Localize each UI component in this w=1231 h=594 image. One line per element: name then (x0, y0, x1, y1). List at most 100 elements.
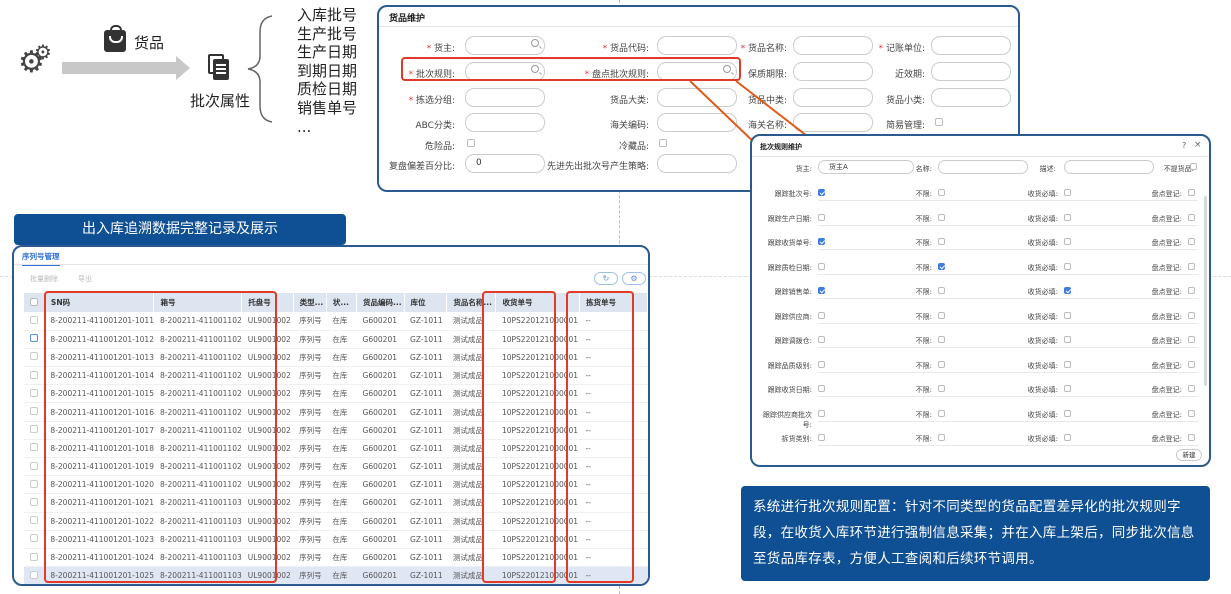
shelf-life-input[interactable] (793, 62, 873, 81)
scrollbar[interactable] (1204, 196, 1207, 386)
rule-unlimited-checkbox[interactable] (938, 409, 945, 417)
rule-required-checkbox[interactable] (1064, 385, 1071, 392)
category-small-input[interactable] (931, 88, 1011, 107)
row-checkbox[interactable] (30, 334, 38, 343)
goods-name-input[interactable] (793, 36, 873, 55)
disabled-goods-checkbox[interactable] (1190, 163, 1197, 170)
cold-checkbox[interactable] (659, 139, 667, 147)
rule-track-checkbox[interactable] (818, 311, 825, 319)
rule-track-checkbox[interactable] (818, 409, 825, 417)
row-checkbox[interactable] (30, 516, 38, 525)
rule-unlimited-checkbox[interactable] (938, 189, 945, 196)
row-checkbox[interactable] (30, 479, 38, 488)
owner-select[interactable]: 货主A (818, 160, 914, 174)
close-icon[interactable]: × (1194, 140, 1202, 150)
rule-required-checkbox[interactable] (1064, 238, 1071, 245)
row-checkbox[interactable] (30, 407, 38, 416)
rule-track-checkbox[interactable] (818, 434, 825, 441)
rule-required-checkbox[interactable] (1064, 434, 1071, 441)
rule-required-label: 收货必填: (1027, 410, 1058, 419)
col-location[interactable]: 库位 (404, 293, 448, 312)
rule-count-checkbox[interactable] (1188, 189, 1195, 196)
rule-required-checkbox[interactable] (1064, 360, 1071, 368)
rule-track-checkbox[interactable] (818, 287, 825, 294)
rule-unlimited-checkbox[interactable] (938, 287, 945, 294)
rule-required-checkbox[interactable] (1064, 213, 1071, 221)
rule-track-checkbox[interactable] (818, 189, 825, 196)
row-checkbox[interactable] (30, 497, 38, 506)
goods-code-input[interactable] (657, 36, 737, 55)
batch-delete-button[interactable]: 批量删除 (30, 274, 58, 284)
pick-group-input[interactable] (465, 88, 545, 107)
rule-count-checkbox[interactable] (1188, 360, 1195, 368)
new-button[interactable]: 新建 (1176, 449, 1202, 461)
row-checkbox[interactable] (30, 570, 38, 579)
unit-input[interactable] (931, 36, 1011, 55)
rule-track-checkbox[interactable] (818, 360, 825, 368)
traceability-banner: 出入库追溯数据完整记录及展示 (14, 214, 346, 245)
near-expiry-input[interactable] (931, 62, 1011, 81)
rule-count-checkbox[interactable] (1188, 238, 1195, 245)
row-checkbox[interactable] (30, 461, 38, 470)
rule-required-checkbox[interactable] (1064, 409, 1071, 417)
help-icon[interactable]: ? (1182, 141, 1186, 150)
rule-required-checkbox[interactable] (1064, 336, 1071, 343)
category-large-input[interactable] (657, 88, 737, 107)
desc-input[interactable] (1064, 160, 1154, 174)
rule-required-checkbox[interactable] (1064, 262, 1071, 270)
rule-label: 跟踪收货单号: (767, 239, 812, 247)
rule-count-checkbox[interactable] (1188, 262, 1195, 270)
rule-count-checkbox[interactable] (1188, 287, 1195, 294)
row-checkbox[interactable] (30, 552, 38, 561)
rule-count-checkbox[interactable] (1188, 336, 1195, 343)
refresh-icon[interactable]: ↻ (594, 272, 618, 285)
col-status[interactable]: 状... (326, 293, 358, 312)
category-mid-input[interactable] (793, 88, 873, 107)
rule-required-checkbox[interactable] (1064, 287, 1071, 294)
rule-count-checkbox[interactable] (1188, 213, 1195, 221)
hazard-checkbox[interactable] (467, 139, 475, 147)
rule-count-checkbox[interactable] (1188, 311, 1195, 319)
rule-count-checkbox[interactable] (1188, 409, 1195, 417)
recheck-pct-input[interactable]: 0 (465, 154, 545, 173)
fifo-input[interactable] (657, 154, 737, 173)
simple-mgmt-checkbox[interactable] (935, 118, 943, 126)
rule-track-checkbox[interactable] (818, 213, 825, 221)
rule-unlimited-checkbox[interactable] (938, 262, 945, 270)
row-checkbox[interactable] (30, 370, 38, 379)
rule-count-checkbox[interactable] (1188, 434, 1195, 441)
rule-unlimited-checkbox[interactable] (938, 238, 945, 245)
rule-unlimited-checkbox[interactable] (938, 385, 945, 392)
settings-icon[interactable]: ⚙ (622, 272, 646, 285)
row-checkbox[interactable] (30, 425, 38, 434)
rule-required-checkbox[interactable] (1064, 189, 1071, 196)
rule-track-checkbox[interactable] (818, 385, 825, 392)
rule-track-checkbox[interactable] (818, 336, 825, 343)
row-checkbox[interactable] (30, 443, 38, 452)
row-checkbox[interactable] (30, 352, 38, 361)
row-checkbox[interactable] (30, 315, 38, 324)
table-cell: 序列号 (293, 530, 327, 549)
rule-unlimited-checkbox[interactable] (938, 434, 945, 441)
customs-name-input[interactable] (793, 113, 873, 132)
abc-input[interactable] (465, 113, 545, 132)
table-cell: 在库 (326, 475, 357, 495)
rule-track-checkbox[interactable] (818, 238, 825, 245)
table-cell: G600201 (356, 512, 405, 531)
customs-code-input[interactable] (657, 113, 737, 132)
row-checkbox[interactable] (30, 534, 38, 543)
name-input[interactable] (938, 160, 1028, 174)
rule-unlimited-checkbox[interactable] (938, 213, 945, 221)
owner-input[interactable] (465, 36, 545, 55)
rule-unlimited-checkbox[interactable] (938, 311, 945, 319)
rule-unlimited-checkbox[interactable] (938, 360, 945, 368)
export-button[interactable]: 导出 (78, 274, 92, 284)
rule-count-checkbox[interactable] (1188, 385, 1195, 392)
select-all-checkbox[interactable] (30, 297, 38, 306)
row-checkbox[interactable] (30, 388, 38, 397)
rule-unlimited-checkbox[interactable] (938, 336, 945, 343)
col-type[interactable]: 类型... (293, 293, 327, 312)
col-goods-code[interactable]: 货品编码... (356, 293, 405, 312)
rule-required-checkbox[interactable] (1064, 311, 1071, 319)
rule-track-checkbox[interactable] (818, 262, 825, 270)
